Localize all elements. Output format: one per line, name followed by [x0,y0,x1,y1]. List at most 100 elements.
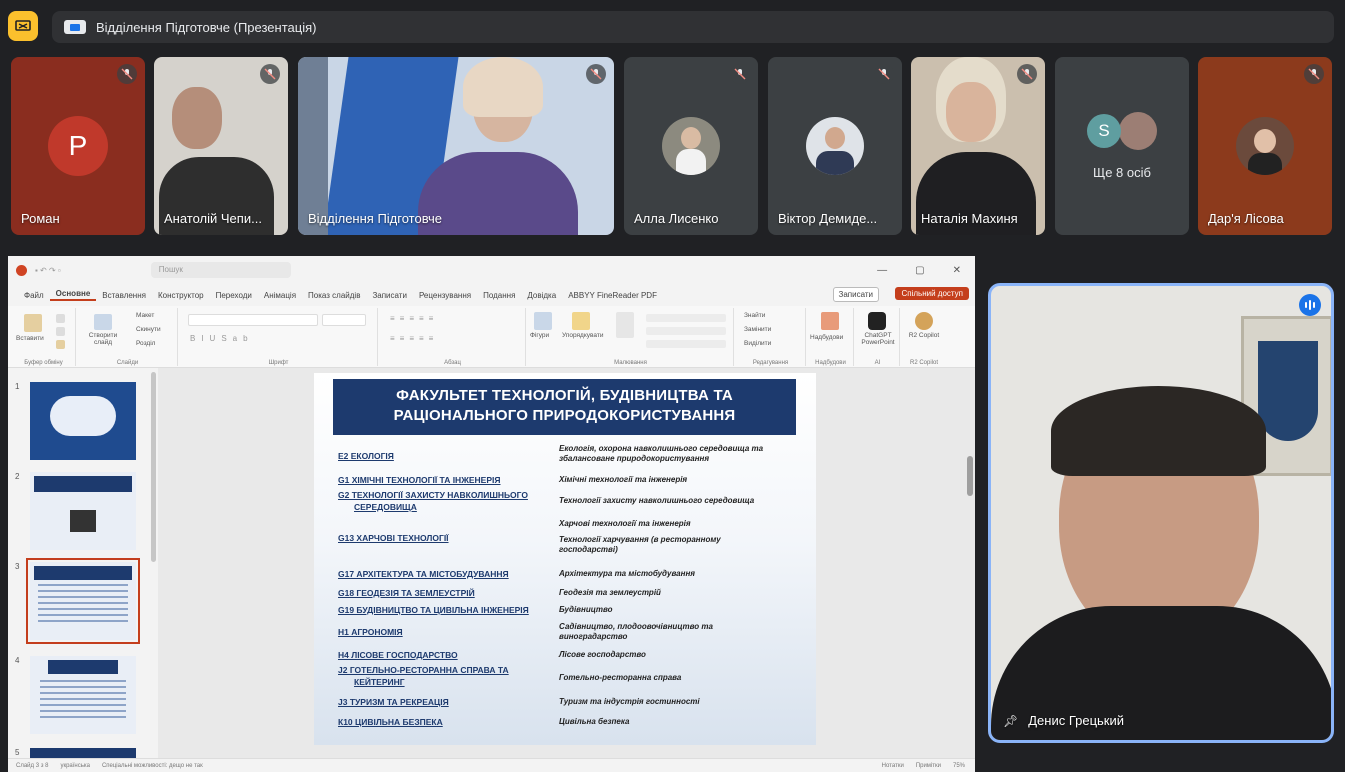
ribbon-group-label: R2 Copilot [909,360,938,366]
ribbon-group-font: BIUSab Шрифт [180,308,378,366]
menu-help[interactable]: Довідка [521,291,562,300]
arrange-button[interactable]: Упорядкувати [562,332,603,339]
specialty-code: G2 ТЕХНОЛОГІЇ ЗАХИСТУ НАВКОЛИШНЬОГО [338,490,528,500]
specialty-desc: Геодезія та землеустрій [559,588,661,597]
quick-styles-icon[interactable] [616,312,634,338]
font-name-dropdown[interactable] [188,314,318,326]
participant-tile[interactable]: Наталія Махиня [911,57,1045,235]
avatar [662,117,720,175]
participant-name: Наталія Махиня [921,211,1018,226]
minimize-icon[interactable]: — [877,265,887,276]
paste-button[interactable]: Вставити [16,335,44,342]
new-slide-button[interactable]: Створити слайд [84,332,122,346]
participant-tile[interactable]: Анатолій Чепи... [154,57,288,235]
menu-file[interactable]: Файл [18,291,50,300]
arrange-icon [572,312,590,330]
avatar: S [1087,114,1121,148]
addins-button[interactable]: Надбудови [810,334,843,341]
participant-name: Алла Лисенко [634,211,719,226]
participant-tile[interactable]: Алла Лисенко [624,57,758,235]
cut-icon[interactable] [56,314,65,323]
thumbnail-image [30,382,136,460]
language-indicator[interactable]: українська [60,763,90,769]
participant-tile[interactable]: Віктор Демиде... [768,57,902,235]
ribbon-group-copilot: R2 Copilot R2 Copilot [902,308,946,366]
record-button[interactable]: Записати [832,287,879,302]
specialty-desc: Технології захисту навколишнього середов… [559,496,755,505]
participant-name: Роман [21,211,60,226]
avatar [806,117,864,175]
thumbnail-scrollbar[interactable] [151,372,156,562]
menu-design[interactable]: Конструктор [152,291,210,300]
ribbon-group-drawing: Фігури Упорядкувати Малювання [528,308,734,366]
chatgpt-button[interactable]: ChatGPT PowerPoint [856,332,900,346]
speaker-label: 📌︎ Денис Грецький [1003,713,1124,728]
slide-title-line: ФАКУЛЬТЕТ ТЕХНОЛОГІЙ, БУДІВНИЦТВА ТА [396,387,733,404]
mic-off-icon [117,64,137,84]
slide-thumbnail-pane[interactable]: 1 2 3 4 5 [8,368,158,758]
ppt-search-input[interactable]: Пошук [150,262,291,278]
ribbon-group-label: Шрифт [268,360,289,366]
specialty-code: G18 ГЕОДЕЗІЯ ТА ЗЕМЛЕУСТРІЙ [338,588,475,598]
share-button[interactable]: Спільний доступ [895,287,969,300]
menu-record[interactable]: Записати [366,291,413,300]
shapes-button[interactable]: Фігури [530,332,549,339]
find-button[interactable]: Знайти [744,312,765,319]
select-button[interactable]: Виділити [744,340,771,347]
participant-tile[interactable]: Дар'я Лісова [1198,57,1332,235]
layout-button[interactable]: Макет [136,312,154,319]
ribbon-group-label: Малювання [614,360,647,366]
ribbon-group-label: Редагування [752,360,789,366]
addins-icon [821,312,839,330]
section-button[interactable]: Розділ [136,340,155,347]
specialty-code: К10 ЦИВІЛЬНА БЕЗПЕКА [338,717,443,727]
menu-abbyy[interactable]: ABBYY FineReader PDF [562,291,663,300]
menu-transitions[interactable]: Переходи [210,291,258,300]
ribbon-group-addins: Надбудови Надбудови [808,308,854,366]
reset-button[interactable]: Скинути [136,326,161,333]
specialty-code: G1 ХІМІЧНІ ТЕХНОЛОГІЇ ТА ІНЖЕНЕРІЯ [338,475,501,485]
present-button[interactable] [8,11,38,41]
thumbnail-image [30,656,136,734]
menu-view[interactable]: Подання [477,291,521,300]
specialty-desc: Будівництво [559,605,613,614]
participant-tile[interactable]: Відділення Підготовче [298,57,614,235]
notes-button[interactable]: Нотатки [882,763,904,769]
pin-icon[interactable]: 📌︎ [1003,714,1018,728]
slide-canvas[interactable]: ФАКУЛЬТЕТ ТЕХНОЛОГІЙ, БУДІВНИЦТВА ТА РАЦ… [158,368,975,758]
meeting-title-bar[interactable]: Відділення Підготовче (Презентація) [52,11,1334,43]
participant-name: Віктор Демиде... [778,211,878,226]
close-icon[interactable]: ✕ [953,265,961,276]
accessibility-indicator[interactable]: Спеціальні можливості: дещо не так [102,763,203,769]
list-icons[interactable]: ≡≡≡≡≡ [390,314,438,323]
save-icon[interactable]: ▪ ↶ ↷ ▫ [35,266,61,275]
replace-button[interactable]: Замінити [744,326,771,333]
zoom-level[interactable]: 75% [953,763,965,769]
specialty-desc: Садівництво, плодоовочівництво та виногр… [559,622,713,641]
menu-review[interactable]: Рецензування [413,291,477,300]
slide: ФАКУЛЬТЕТ ТЕХНОЛОГІЙ, БУДІВНИЦТВА ТА РАЦ… [314,373,816,745]
slide-number: 2 [15,472,20,481]
specialty-code: G17 АРХІТЕКТУРА ТА МІСТОБУДУВАННЯ [338,569,509,579]
font-size-dropdown[interactable] [322,314,366,326]
copy-icon[interactable] [56,327,65,336]
more-participants-tile[interactable]: S Ще 8 осіб [1055,57,1189,235]
menu-insert[interactable]: Вставлення [96,291,152,300]
specialty-desc: Готельно-ресторанна справа [559,673,682,682]
maximize-icon[interactable]: ▢ [915,265,924,276]
format-painter-icon[interactable] [56,340,65,349]
font-format-icons[interactable]: BIUSab [190,334,254,343]
speaker-video-tile[interactable]: 📌︎ Денис Грецький [988,283,1334,743]
participant-tile[interactable]: P Роман [11,57,145,235]
menu-home[interactable]: Основне [49,289,97,301]
comments-button[interactable]: Примітки [916,763,941,769]
copilot-button[interactable]: R2 Copilot [904,332,944,339]
powerpoint-window[interactable]: ▪ ↶ ↷ ▫ Пошук — ▢ ✕ Файл Основне Вставленн… [8,256,975,772]
menu-slideshow[interactable]: Показ слайдів [302,291,366,300]
canvas-scrollbar[interactable] [967,456,973,496]
more-participants-label: Ще 8 осіб [1093,165,1151,180]
ribbon-group-paragraph: ≡≡≡≡≡ ≡≡≡≡≡ Абзац [380,308,526,366]
align-icons[interactable]: ≡≡≡≡≡ [390,334,438,343]
menu-animations[interactable]: Анімація [258,291,302,300]
specialty-desc: Туризм та індустрія гостинності [559,697,700,706]
